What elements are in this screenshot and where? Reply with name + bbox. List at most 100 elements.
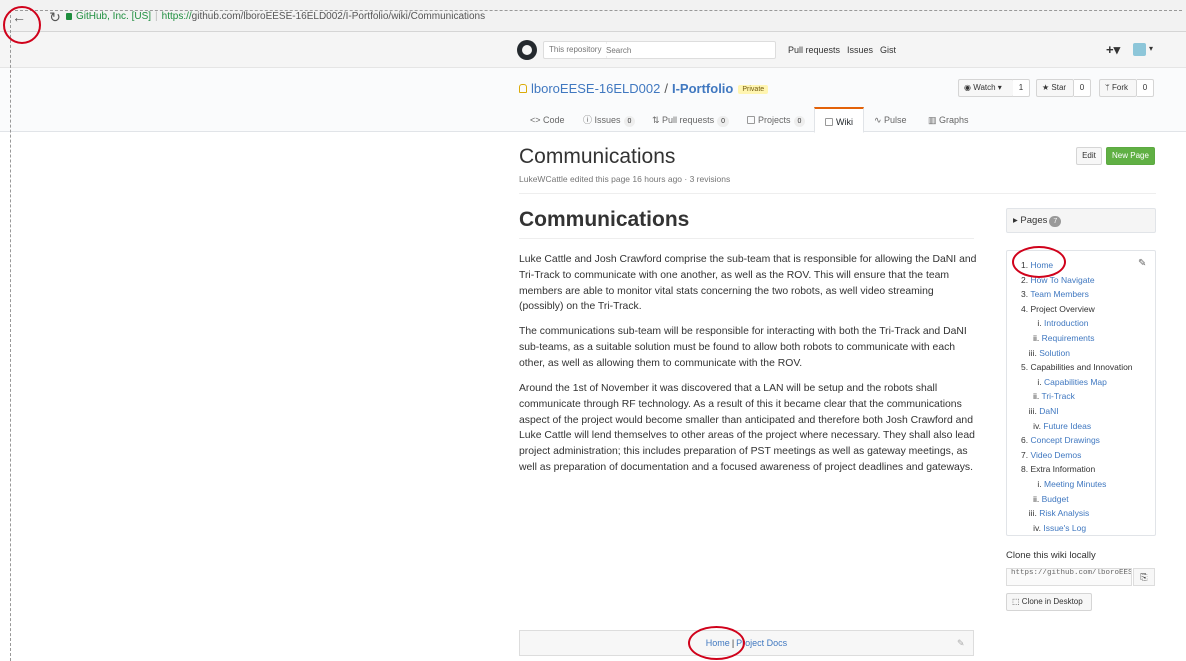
clone-desktop-button[interactable]: ⬚ Clone in Desktop: [1006, 593, 1092, 611]
sidebar-toc-item[interactable]: 6. Concept Drawings: [1021, 435, 1100, 445]
tab-wiki[interactable]: Wiki: [814, 107, 864, 133]
sidebar-toc-item[interactable]: iii. Solution: [1029, 348, 1070, 358]
toc-number: 4.: [1021, 303, 1029, 314]
tab-label: Pull requests: [662, 115, 715, 125]
search-box[interactable]: This repository: [543, 41, 776, 59]
url-path: github.com/lboroEESE-16ELD002/I-Portfoli…: [191, 11, 486, 22]
toc-number: 6.: [1021, 435, 1029, 446]
sidebar-toc-item: 4. Project Overview: [1021, 304, 1095, 314]
repo-name-link[interactable]: I-Portfolio: [672, 81, 733, 96]
star-button[interactable]: ★ Star: [1036, 79, 1074, 97]
tab-label: Issues: [594, 115, 621, 125]
toc-label[interactable]: Requirements: [1042, 333, 1095, 343]
tab-label: Graphs: [939, 115, 969, 125]
fork-count[interactable]: 0: [1137, 79, 1154, 97]
sidebar-toc-item[interactable]: iii. Risk Analysis: [1029, 508, 1089, 518]
toc-number: 7.: [1021, 449, 1029, 460]
clipboard-icon[interactable]: ⎘: [1133, 568, 1155, 586]
url-scheme: https://: [161, 11, 192, 22]
repo-owner-link[interactable]: lboroEESE-16ELD002: [531, 81, 660, 96]
divider: [519, 238, 974, 239]
tab-projects[interactable]: Projects 0: [747, 107, 806, 133]
clone-label: Clone this wiki locally: [1006, 550, 1096, 561]
new-page-button[interactable]: New Page: [1106, 147, 1155, 165]
lock-icon: [66, 13, 72, 20]
fork-button[interactable]: ᛘ Fork: [1099, 79, 1137, 97]
toc-label[interactable]: Budget: [1042, 494, 1069, 504]
sidebar-toc-item[interactable]: ii. Budget: [1033, 494, 1068, 504]
annotation-circle: [1012, 246, 1066, 278]
tab-pulse[interactable]: ∿ Pulse: [874, 107, 907, 133]
pencil-icon[interactable]: ✎: [957, 638, 965, 649]
star-label: Star: [1051, 83, 1067, 92]
sidebar-toc-item: 5. Capabilities and Innovation: [1021, 362, 1133, 372]
toc-label[interactable]: Video Demos: [1030, 450, 1081, 460]
sidebar-toc-item[interactable]: i. Capabilities Map: [1037, 377, 1106, 387]
tab-label: Code: [543, 115, 565, 125]
toc-label[interactable]: Future Ideas: [1043, 421, 1091, 431]
sidebar-toc-item[interactable]: i. Introduction: [1037, 318, 1088, 328]
toc-label[interactable]: DaNI: [1039, 406, 1058, 416]
ev-certificate-label: GitHub, Inc. [US]: [76, 11, 152, 22]
tab-label: Pulse: [884, 115, 907, 125]
sidebar-toc-item[interactable]: iii. DaNI: [1029, 406, 1059, 416]
tab-code[interactable]: <> Code: [530, 107, 565, 133]
tab-counter: 0: [717, 116, 729, 127]
clone-url-input[interactable]: https://github.com/lboroEESE-16ELD002/I-…: [1006, 568, 1132, 586]
toc-label[interactable]: Meeting Minutes: [1044, 479, 1106, 489]
toc-label[interactable]: Capabilities Map: [1044, 377, 1107, 387]
wiki-heading: Communications: [519, 208, 690, 231]
sidebar-toc-item[interactable]: iv. Issue's Log: [1033, 523, 1086, 533]
toc-label[interactable]: Risk Analysis: [1039, 508, 1089, 518]
toc-label[interactable]: Issue's Log: [1043, 523, 1086, 533]
chevron-down-icon[interactable]: ▾: [1149, 44, 1153, 53]
eye-icon: ◉: [964, 83, 974, 92]
watch-count[interactable]: 1: [1013, 79, 1030, 97]
sidebar-toc-item[interactable]: i. Meeting Minutes: [1037, 479, 1106, 489]
desktop-icon: ⬚: [1012, 597, 1022, 606]
header-link-issues[interactable]: Issues: [847, 45, 873, 55]
avatar[interactable]: [1133, 43, 1146, 56]
graph-icon: ▥: [928, 115, 940, 125]
clone-desktop-label: Clone in Desktop: [1021, 597, 1083, 606]
star-count[interactable]: 0: [1074, 79, 1091, 97]
tab-counter: 0: [623, 116, 636, 127]
sidebar-toc-item: 8. Extra Information: [1021, 464, 1095, 474]
github-logo-icon[interactable]: [517, 40, 537, 60]
repo-title: lboroEESE-16ELD002 / I-Portfolio Private: [519, 81, 769, 96]
toc-label[interactable]: Concept Drawings: [1030, 435, 1099, 445]
toc-label[interactable]: Tri-Track: [1041, 391, 1074, 401]
sidebar-toc-item[interactable]: iv. Future Ideas: [1033, 421, 1091, 431]
pages-toggle[interactable]: ▸ Pages 7: [1006, 208, 1156, 233]
pages-count: 7: [1049, 216, 1062, 227]
header-link-pull-requests[interactable]: Pull requests: [788, 45, 840, 55]
pulse-icon: ∿: [874, 115, 885, 125]
toc-label[interactable]: Introduction: [1044, 318, 1088, 328]
sidebar-toc-item[interactable]: 3. Team Members: [1021, 289, 1089, 299]
new-menu-icon[interactable]: +▾: [1106, 42, 1120, 58]
book-icon: [825, 118, 833, 126]
toc-number: i.: [1037, 318, 1042, 329]
tab-graphs[interactable]: ▥ Graphs: [928, 107, 969, 133]
toc-label: Capabilities and Innovation: [1030, 362, 1133, 373]
search-input[interactable]: [606, 44, 766, 56]
tab-issues[interactable]: ⓘ Issues 0: [583, 107, 636, 133]
edit-button[interactable]: Edit: [1076, 147, 1102, 165]
toc-number: ii.: [1033, 333, 1040, 343]
wiki-footer: Home | Project Docs: [519, 630, 974, 656]
fork-label: Fork: [1112, 83, 1129, 92]
watch-button[interactable]: ◉ Watch ▾: [958, 79, 1014, 97]
tab-label: Wiki: [836, 117, 853, 127]
pencil-icon[interactable]: ✎: [1138, 258, 1146, 269]
sidebar-toc-item[interactable]: ii. Tri-Track: [1033, 391, 1075, 401]
sidebar-toc-item[interactable]: 7. Video Demos: [1021, 450, 1081, 460]
tab-label: Projects: [758, 115, 791, 125]
toc-label[interactable]: Team Members: [1030, 289, 1089, 299]
tab-pull-requests[interactable]: ⇅ Pull requests 0: [652, 107, 729, 133]
address-bar[interactable]: GitHub, Inc. [US] | https://github.com/lbo…: [66, 11, 485, 22]
sidebar-toc-item[interactable]: ii. Requirements: [1033, 333, 1094, 343]
project-icon: [747, 116, 755, 124]
tab-counter: 0: [793, 116, 806, 127]
header-link-gist[interactable]: Gist: [880, 45, 896, 55]
toc-label[interactable]: Solution: [1039, 348, 1070, 358]
